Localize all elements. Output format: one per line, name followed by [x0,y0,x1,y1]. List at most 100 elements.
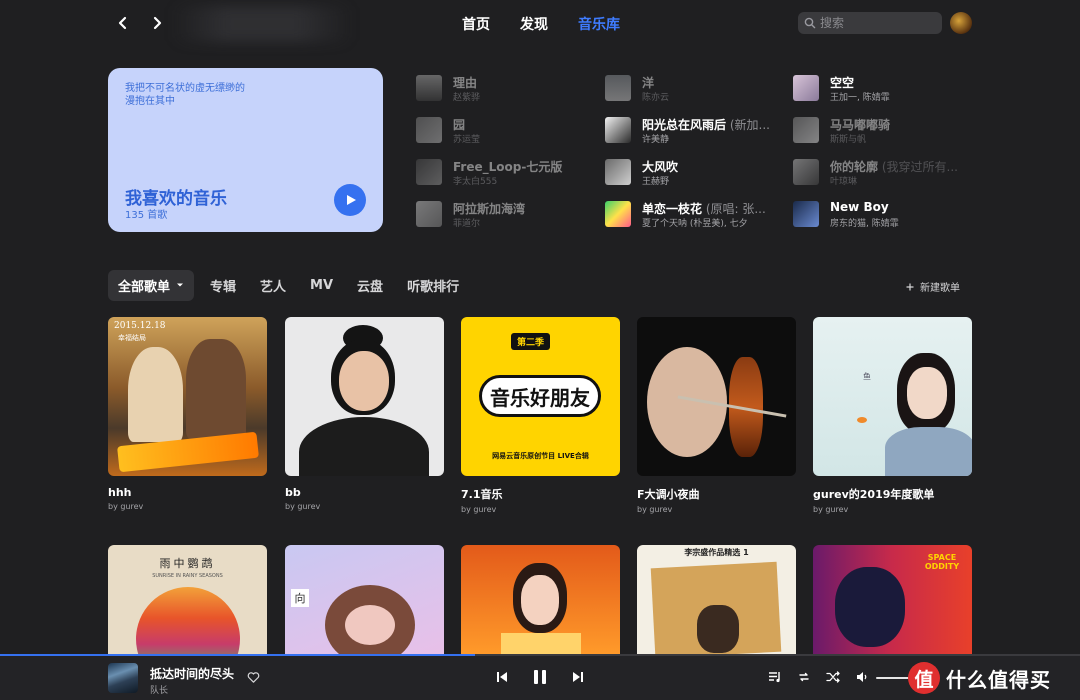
tab-artists[interactable]: 艺人 [260,276,286,295]
new-playlist-label: 新建歌单 [920,283,960,294]
cover-text: 2015.12.18 [114,321,166,331]
playlist-cover: 雨中鹦鹉 SUNRISE IN RAINY SEASONS [108,545,267,654]
playlist-title: bb [285,486,301,499]
tab-mv[interactable]: MV [310,278,333,293]
track-thumbnail [605,159,631,185]
blurred-region [172,6,352,42]
forward-arrow-icon[interactable] [146,12,168,34]
lyric-line-1: 我把不可名状的虚无缥缈的 [125,83,245,94]
next-button[interactable] [571,670,585,684]
playlist-queue-button[interactable] [768,670,782,684]
lyric-line-2: 漫抱在其中 [125,96,175,107]
track-thumbnail [416,159,442,185]
cover-text: 李宗盛作品精选 1 [684,548,749,557]
search-icon [804,17,816,29]
shuffle-button[interactable] [826,670,840,684]
playlist-cover: 第二季 音乐好朋友 网易云音乐原创节目 LIVE合辑 [461,317,620,476]
now-playing-title[interactable]: 抵达时间的尽头 [150,665,234,682]
cover-text: SPACE ODDITY [924,553,960,571]
track-artist: 苏运莹 [453,135,481,145]
now-playing-cover[interactable] [108,663,138,693]
tab-ranking[interactable]: 听歌排行 [407,276,459,295]
track-title: 马马嘟嘟骑 [830,118,891,132]
playlist-card[interactable]: 2015.12.18 幸福结局 hhh by gurev [108,317,267,511]
shuffle-icon [826,671,840,683]
tab-all-playlists[interactable]: 全部歌单 [108,269,195,301]
playlist-cover [637,317,796,476]
recent-track[interactable]: 空空王加一, 陈婧霏 [793,74,963,103]
recent-track[interactable]: 单恋一枝花 (原唱: 张... 夏了个天呐 (朴昱美), 七夕 [605,200,775,229]
tab-cloud[interactable]: 云盘 [357,276,383,295]
playlist-card[interactable]: 向 [285,545,444,654]
track-subtitle: (原唱: 张... [702,202,766,216]
repeat-button[interactable] [797,670,811,684]
previous-button[interactable] [495,670,509,684]
watermark: 值 什么值得买 [908,655,1051,700]
tab-library[interactable]: 音乐库 [578,14,620,34]
liked-songs-lyric: 我把不可名状的虚无缥缈的 漫抱在其中 [125,82,305,108]
recent-track[interactable]: 你的轮廓 (我穿过所有... 叶琼琳 [793,158,963,187]
new-playlist-button[interactable]: 新建歌单 [906,279,960,294]
liked-songs-card[interactable]: 我把不可名状的虚无缥缈的 漫抱在其中 我喜欢的音乐 135 首歌 [108,68,383,232]
play-liked-songs-button[interactable] [334,184,366,216]
recent-track[interactable]: 理由 赵紫骅 [416,74,586,103]
track-name: 单恋一枝花 (原唱: 张... [642,200,774,217]
tab-discover[interactable]: 发现 [520,14,548,34]
track-thumbnail [793,201,819,227]
back-arrow-icon[interactable] [112,12,134,34]
track-artist: 菲道尔 [453,219,481,229]
playlist-card[interactable]: 第二季 音乐好朋友 网易云音乐原创节目 LIVE合辑 7.1音乐 by gure… [461,317,620,514]
library-tabs: 全部歌单 专辑 艺人 MV 云盘 听歌排行 [108,269,483,301]
playlist-card[interactable]: SPACE ODDITY [813,545,972,654]
recent-track[interactable]: 洋陈亦云 [605,74,775,103]
recent-track[interactable]: New Boy 房东的猫, 陈婧霏 [793,200,963,229]
playlist-title: hhh [108,486,132,499]
track-title: 园 [453,118,466,132]
playlist-card[interactable]: bb by gurev [285,317,444,511]
track-thumbnail [793,75,819,101]
playlist-cover: 2015.12.18 幸福结局 [108,317,267,476]
avatar[interactable] [950,12,972,34]
progress-fill [0,654,476,656]
top-nav-tabs: 首页 发现 音乐库 [462,14,620,34]
track-thumbnail [605,75,631,101]
playlist-card[interactable] [461,545,620,654]
track-artist: 王加一, 陈婧霏 [830,93,890,103]
recent-track[interactable]: Free_Loop-七元版 李太白555 [416,158,586,187]
cover-text: 向 [291,589,309,607]
pause-button[interactable] [531,668,549,686]
playlist-owner: by gurev [637,505,673,514]
search-box[interactable] [798,12,942,34]
heart-icon[interactable] [247,671,260,684]
caret-down-icon [177,283,184,287]
recent-track[interactable]: 大风吹 王赫野 [605,158,775,187]
track-title: 阿拉斯加海湾 [453,202,526,216]
recent-track[interactable]: 园苏运莹 [416,116,586,145]
track-title: 理由 [453,76,478,90]
track-title: 单恋一枝花 [642,202,703,216]
track-name: 空空 [830,74,962,91]
track-thumbnail [416,201,442,227]
recent-track[interactable]: 阿拉斯加海湾 菲道尔 [416,200,586,229]
tab-albums[interactable]: 专辑 [210,276,236,295]
skip-next-icon [573,672,583,682]
playlist-card[interactable]: F大调小夜曲 by gurev [637,317,796,514]
recent-track[interactable]: 阳光总在风雨后 (新加... 许美静 [605,116,775,145]
track-name: 理由 [453,74,585,91]
recent-track[interactable]: 马马嘟嘟骑 斯斯与帆 [793,116,963,145]
track-name: 阳光总在风雨后 (新加... [642,116,774,133]
playlist-card[interactable]: 李宗盛作品精选 1 [637,545,796,654]
playlist-cover [461,545,620,654]
track-thumbnail [793,117,819,143]
top-bar: 首页 发现 音乐库 [0,0,1080,48]
playlist-owner: by gurev [461,505,497,514]
playlist-card[interactable]: 鱼 gurev的2019年度歌单 by gurev [813,317,972,514]
track-artist: 夏了个天呐 (朴昱美), 七夕 [642,219,748,229]
search-input[interactable] [820,16,930,30]
now-playing-artist[interactable]: 队长 [150,683,168,696]
volume-button[interactable] [855,670,869,684]
playlist-card[interactable]: 雨中鹦鹉 SUNRISE IN RAINY SEASONS [108,545,267,654]
tab-home[interactable]: 首页 [462,14,490,34]
tab-all-playlists-label: 全部歌单 [118,279,171,295]
cover-badge: 第二季 [511,333,551,350]
